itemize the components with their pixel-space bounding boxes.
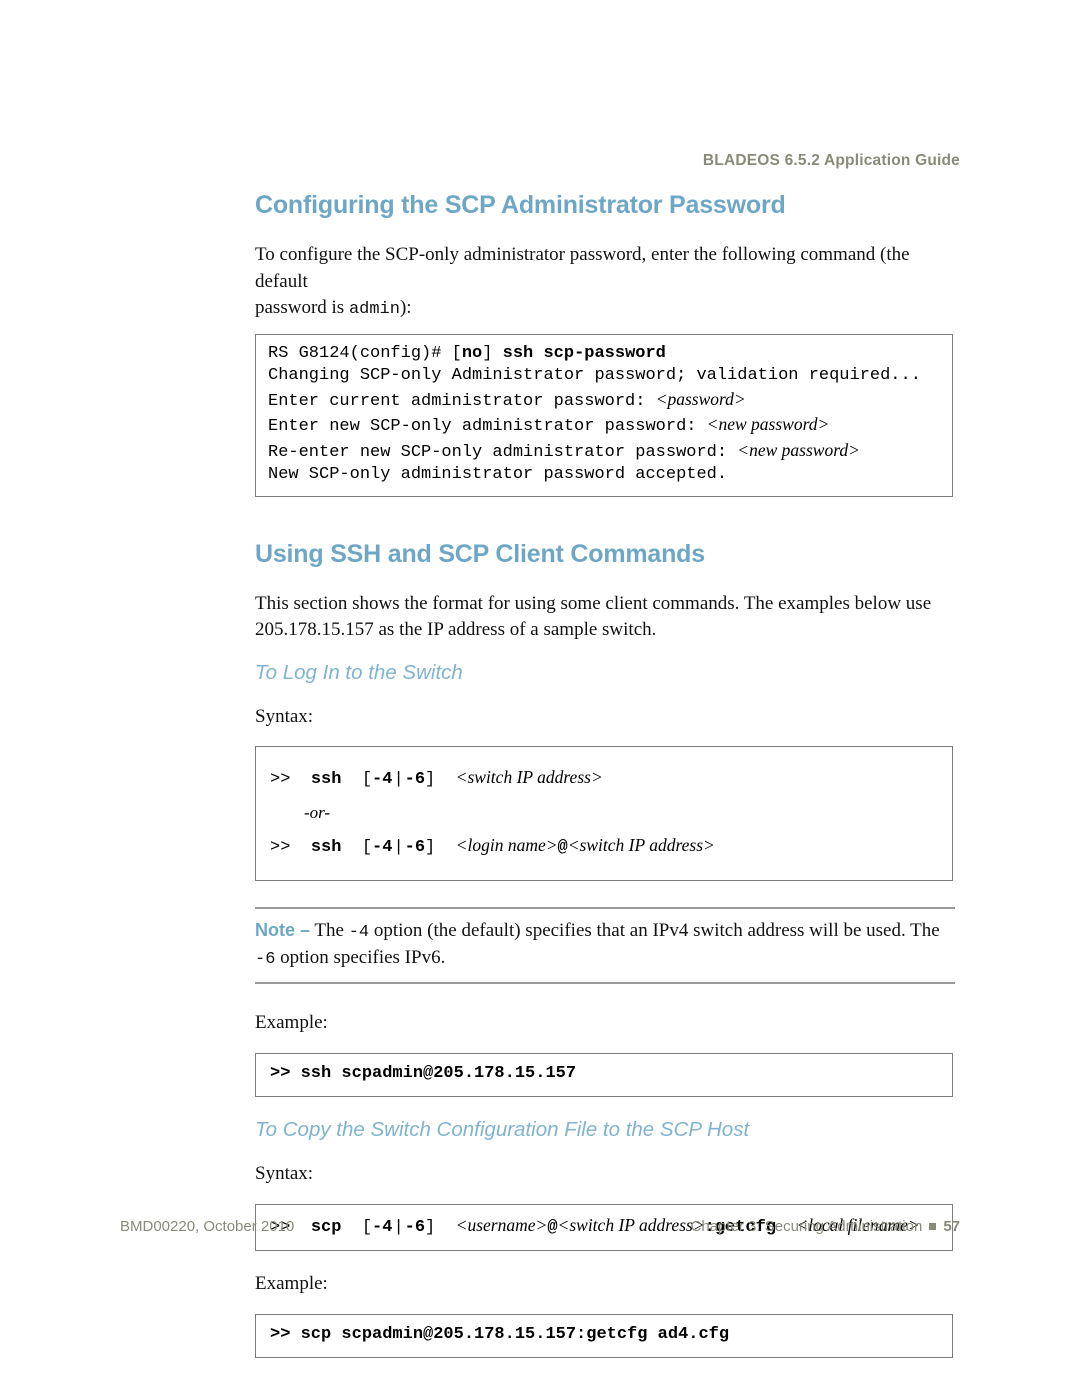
console-line-4-label: Enter new SCP-only administrator passwor…: [268, 417, 707, 436]
console-line-6: New SCP-only administrator password acce…: [268, 465, 728, 484]
intro-line-2-pre: password is: [255, 297, 349, 318]
section-intro-paragraph: To configure the SCP-only administrator …: [255, 242, 955, 324]
page-content: Configuring the SCP Administrator Passwo…: [255, 190, 955, 1378]
syntax-prompt-2: >>: [270, 838, 291, 857]
syntax-variable-switch-ip: <switch IP address>: [455, 767, 603, 787]
console-line-5: Re-enter new SCP-only administrator pass…: [268, 439, 940, 465]
syntax-variable-switch-ip-2: <switch IP address>: [567, 835, 715, 855]
note-label: Note –: [255, 920, 311, 940]
console-output-box: RS G8124(config)# [no] ssh scp-password …: [255, 333, 953, 497]
console-line-3-variable: <password>: [655, 388, 746, 409]
footer-document-id: BMD00220, October 2010: [120, 1218, 295, 1235]
syntax-variable-username: <username>: [455, 1214, 548, 1235]
console-prompt: RS G8124(config)# [: [268, 343, 462, 363]
note-option-ipv6: -6: [255, 950, 276, 969]
syntax-option-ipv4-2: -4: [372, 838, 393, 857]
syntax-scp-option-separator: |: [393, 1217, 404, 1237]
syntax-label-login: Syntax:: [255, 705, 314, 727]
syntax-option-separator: |: [393, 770, 404, 789]
syntax-bracket-close-2: ]: [425, 838, 436, 857]
example-code-scp: >> scp scpadmin@205.178.15.157:getcfg ad…: [270, 1324, 730, 1344]
syntax-scp-option-ipv6: -6: [404, 1217, 426, 1237]
footer-chapter-info: Chapter 3: Securing Administration 57: [691, 1218, 960, 1235]
note-text-b: option (the default) specifies that an I…: [369, 920, 940, 941]
syntax-scp-option-ipv4: -4: [372, 1217, 393, 1237]
syntax-bracket-open-2: [: [361, 838, 373, 857]
console-bracket-close: ]: [482, 343, 503, 363]
console-line-2: Changing SCP-only Administrator password…: [268, 366, 921, 385]
example-label-ssh: Example:: [255, 1012, 328, 1033]
intro-inline-code-admin: admin: [348, 300, 400, 319]
intro-line-2-post: ):: [399, 297, 412, 318]
syntax-scp-at-symbol: @: [547, 1217, 558, 1237]
section2-intro-paragraph: This section shows the format for using …: [255, 591, 955, 644]
syntax-option-ipv4: -4: [372, 770, 393, 789]
syntax-box-ssh: >> ssh [-4|-6] <switch IP address> -or- …: [255, 746, 953, 881]
running-header: BLADEOS 6.5.2 Application Guide: [702, 152, 960, 169]
syntax-variable-login-name: <login name>: [455, 835, 558, 855]
section2-intro-line-2: 205.178.15.157 as the IP address of a sa…: [255, 619, 657, 640]
syntax-or-separator: -or-: [304, 803, 331, 822]
syntax-prompt: >>: [270, 770, 291, 789]
syntax-option-separator-2: |: [393, 838, 404, 857]
console-line-4-variable: <new password>: [706, 414, 830, 434]
section2-intro-line-1: This section shows the format for using …: [255, 592, 932, 614]
console-keyword-no: no: [461, 343, 483, 363]
syntax-bracket-close: ]: [425, 770, 436, 789]
subsection-heading-to-copy-switch-configuration-file: To Copy the Switch Configuration File to…: [255, 1118, 750, 1141]
syntax-scp-bracket-open: [: [361, 1217, 373, 1237]
subsection-heading-to-log-in-to-the-switch: To Log In to the Switch: [255, 660, 463, 684]
example-box-ssh: >> ssh scpadmin@205.178.15.157: [255, 1052, 953, 1097]
note-option-ipv4: -4: [348, 923, 370, 942]
note-block: Note – The -4 option (the default) speci…: [255, 907, 955, 984]
syntax-command-ssh: ssh: [310, 770, 342, 789]
section-heading-configuring-scp-administrator-password: Configuring the SCP Administrator Passwo…: [255, 191, 786, 219]
document-page: BLADEOS 6.5.2 Application Guide Configur…: [0, 0, 1080, 1397]
syntax-bracket-open: [: [361, 770, 373, 789]
syntax-option-ipv6-2: -6: [404, 838, 426, 857]
syntax-command-ssh-2: ssh: [310, 838, 342, 857]
syntax-at-symbol: @: [557, 838, 568, 857]
example-code-ssh: >> ssh scpadmin@205.178.15.157: [270, 1063, 577, 1083]
syntax-line-ssh-address: >> ssh [-4|-6] <switch IP address>: [270, 761, 940, 796]
console-line-5-label: Re-enter new SCP-only administrator pass…: [268, 442, 738, 462]
syntax-command-scp: scp: [310, 1217, 342, 1237]
footer-chapter-title: Chapter 3: Securing Administration: [690, 1218, 923, 1235]
console-line-command: RS G8124(config)# [no] ssh scp-password: [268, 343, 940, 366]
note-paragraph: Note – The -4 option (the default) speci…: [255, 918, 955, 972]
intro-line-1: To configure the SCP-only administrator …: [255, 244, 910, 292]
section-heading-using-ssh-and-scp-client-commands: Using SSH and SCP Client Commands: [255, 539, 705, 568]
syntax-label-scp: Syntax:: [255, 1163, 314, 1184]
note-text-c: option specifies IPv6.: [275, 947, 446, 968]
syntax-line-ssh-login-address: >> ssh [-4|-6] <login name>@<switch IP a…: [270, 829, 940, 864]
syntax-scp-bracket-close: ]: [425, 1217, 436, 1237]
example-box-scp: >> scp scpadmin@205.178.15.157:getcfg ad…: [255, 1313, 953, 1358]
footer-page-number: 57: [943, 1218, 960, 1235]
console-line-5-variable: <new password>: [737, 439, 860, 460]
footer-square-bullet-icon: [929, 1223, 937, 1230]
note-text-a: The: [310, 920, 349, 941]
console-command: ssh scp-password: [502, 343, 666, 363]
console-line-4: Enter new SCP-only administrator passwor…: [268, 413, 940, 439]
console-line-3: Enter current administrator password: <p…: [268, 388, 940, 414]
syntax-option-ipv6: -6: [404, 770, 426, 789]
syntax-variable-switch-ip-scp: <switch IP address>: [557, 1214, 705, 1235]
console-line-3-label: Enter current administrator password:: [268, 391, 656, 411]
example-label-scp: Example:: [255, 1273, 328, 1294]
